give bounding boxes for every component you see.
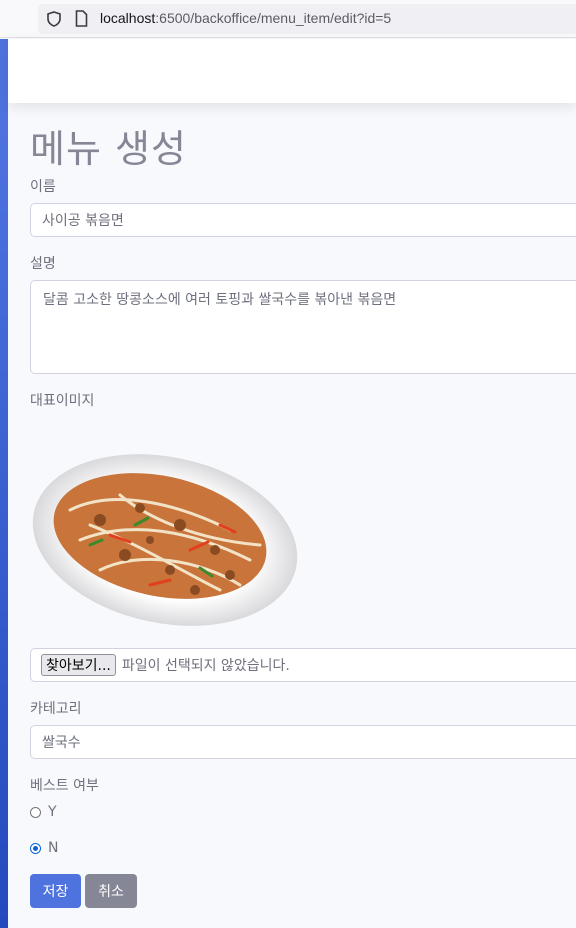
page-title: 메뉴 생성 (30, 127, 187, 171)
file-status-text: 파일이 선택되지 않았습니다. (121, 658, 290, 674)
name-label: 이름 (30, 179, 56, 195)
category-label: 카테고리 (30, 701, 82, 717)
radio-y-label: Y (48, 804, 57, 820)
image-label: 대표이미지 (30, 393, 95, 409)
name-input[interactable]: 사이공 볶음면 (30, 203, 576, 237)
url-text[interactable]: localhost:6500/backoffice/menu_item/edit… (100, 10, 391, 26)
category-input[interactable]: 쌀국수 (30, 725, 576, 759)
cancel-button[interactable]: 취소 (85, 874, 137, 908)
page-icon (75, 10, 88, 27)
best-label: 베스트 여부 (30, 778, 99, 794)
radio-y[interactable] (30, 806, 41, 818)
best-option-n[interactable]: N (30, 840, 58, 856)
sidebar (0, 39, 8, 928)
food-image (32, 454, 298, 626)
shield-icon[interactable] (47, 11, 61, 27)
radio-n[interactable] (30, 842, 41, 854)
save-button[interactable]: 저장 (30, 874, 81, 908)
best-option-y[interactable]: Y (30, 804, 57, 820)
browse-button[interactable]: 찾아보기... (41, 654, 116, 676)
description-textarea[interactable]: 달콤 고소한 땅콩소스에 여러 토핑과 쌀국수를 볶아낸 볶음면 (30, 280, 576, 374)
url-path: :6500/backoffice/menu_item/edit?id=5 (155, 10, 392, 26)
url-host: localhost (100, 10, 156, 26)
radio-n-label: N (48, 840, 59, 856)
browser-url-bar: localhost:6500/backoffice/menu_item/edit… (0, 0, 576, 38)
image-file-input[interactable]: 찾아보기... 파일이 선택되지 않았습니다. (30, 648, 576, 682)
description-label: 설명 (30, 256, 56, 272)
top-navbar (8, 39, 576, 103)
